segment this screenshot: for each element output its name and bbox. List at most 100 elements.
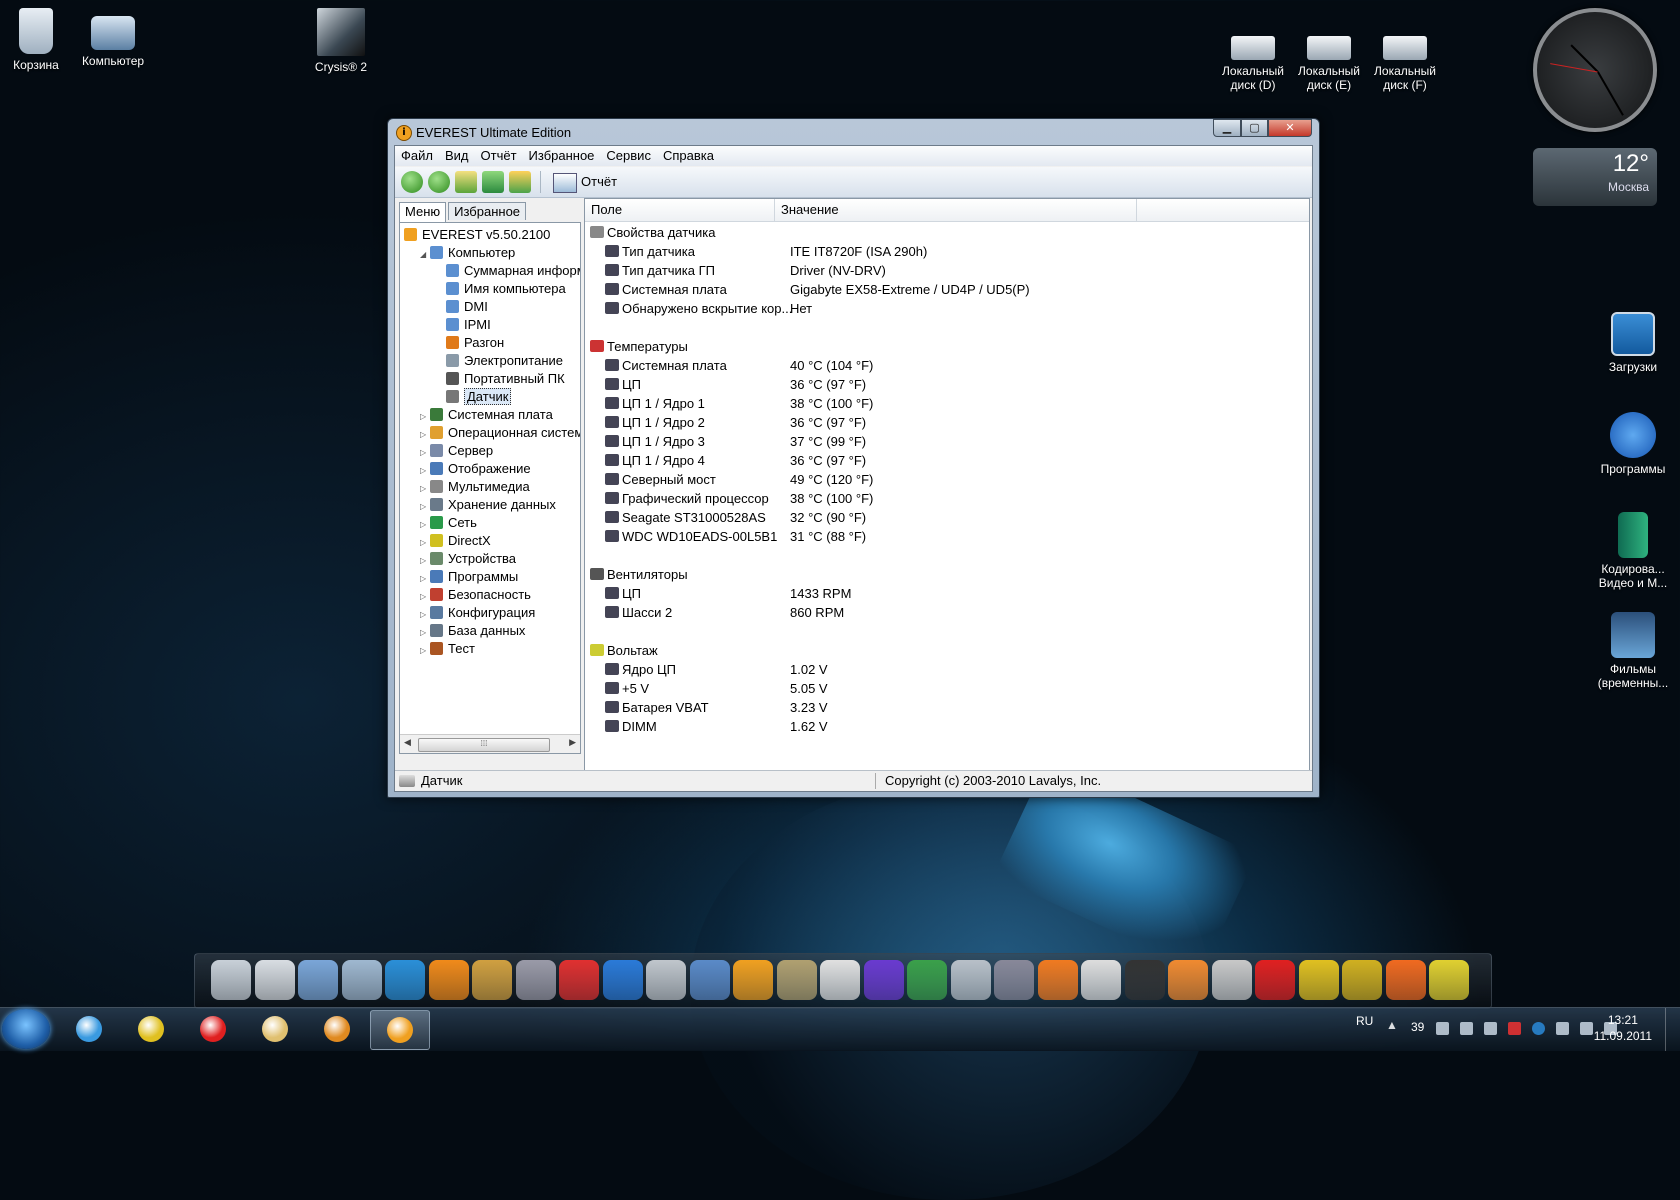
sensor-row[interactable]: Обнаружено вскрытие кор... Нет — [585, 299, 1309, 318]
tree-item[interactable]: DMI — [400, 298, 580, 316]
tree-item[interactable]: Разгон — [400, 334, 580, 352]
tree-item[interactable]: EVEREST v5.50.2100 — [400, 226, 580, 244]
taskbar-media-button[interactable] — [308, 1010, 366, 1048]
clock-gadget[interactable] — [1533, 8, 1657, 132]
tree-item[interactable]: ▷ DirectX — [400, 532, 580, 550]
sensor-row[interactable]: Тип датчика ITE IT8720F (ISA 290h) — [585, 242, 1309, 261]
dock-app-icon[interactable] — [341, 960, 382, 1000]
tree-item[interactable]: ▷ База данных — [400, 622, 580, 640]
minimize-button[interactable]: ▁ — [1213, 119, 1241, 137]
section-header[interactable]: Вольтаж — [585, 641, 1309, 660]
tree-item[interactable]: ▷ Программы — [400, 568, 580, 586]
sensor-row[interactable]: Ядро ЦП 1.02 V — [585, 660, 1309, 679]
dock-app-icon[interactable] — [907, 960, 947, 1000]
sensor-row[interactable]: ЦП 1 / Ядро 3 37 °C (99 °F) — [585, 432, 1309, 451]
desktop-icon-drive-e[interactable]: Локальный диск (E) — [1289, 22, 1369, 92]
sensor-row[interactable]: ЦП 1 / Ядро 1 38 °C (100 °F) — [585, 394, 1309, 413]
sensor-row[interactable]: Seagate ST31000528AS 32 °C (90 °F) — [585, 508, 1309, 527]
dock-app-icon[interactable] — [515, 960, 556, 1000]
tree-item[interactable]: ▷ Устройства — [400, 550, 580, 568]
dock-app-icon[interactable] — [1211, 960, 1252, 1000]
tray-update-icon[interactable] — [1532, 1022, 1545, 1035]
menu-file[interactable]: Файл — [395, 146, 439, 163]
column-field-header[interactable]: Поле — [585, 199, 775, 221]
tree-item[interactable]: ▷ Конфигурация — [400, 604, 580, 622]
dock-app-icon[interactable] — [1255, 960, 1295, 1000]
section-header[interactable]: Вентиляторы — [585, 565, 1309, 584]
section-header[interactable]: Свойства датчика — [585, 223, 1309, 242]
tree-item[interactable]: ▷ Операционная система — [400, 424, 580, 442]
dock-app-icon[interactable] — [733, 960, 773, 1000]
desktop-icon-recycle-bin[interactable]: Корзина — [0, 8, 76, 72]
desktop-icon-downloads[interactable]: Загрузки — [1593, 312, 1673, 374]
tree-item[interactable]: Портативный ПК — [400, 370, 580, 388]
taskbar-chrome-button[interactable] — [122, 1010, 180, 1048]
dock-app-icon[interactable] — [472, 960, 512, 1000]
sensor-row[interactable]: ЦП 1 / Ядро 2 36 °C (97 °F) — [585, 413, 1309, 432]
tray-expand-icon[interactable]: ▲ — [1386, 1018, 1398, 1032]
desktop-icon-computer[interactable]: Компьютер — [73, 8, 153, 68]
sensor-row[interactable]: Системная плата 40 °C (104 °F) — [585, 356, 1309, 375]
taskbar-everest-button[interactable] — [370, 1010, 430, 1050]
report-button[interactable]: Отчёт — [553, 172, 617, 194]
tree-item[interactable]: ▷ Мультимедиа — [400, 478, 580, 496]
refresh-icon[interactable] — [482, 171, 504, 193]
maximize-button[interactable]: ▢ — [1241, 119, 1268, 137]
dock-app-icon[interactable] — [602, 960, 643, 1000]
menu-help[interactable]: Справка — [657, 146, 720, 163]
dock-app-icon[interactable] — [646, 960, 686, 1000]
desktop-icon-codec[interactable]: Кодирова... Видео и М... — [1593, 512, 1673, 590]
tree-item[interactable]: ▷ Хранение данных — [400, 496, 580, 514]
tab-menu[interactable]: Меню — [399, 202, 447, 222]
sensor-row[interactable]: Графический процессор 38 °C (100 °F) — [585, 489, 1309, 508]
tree-item[interactable]: ▷ Сервер — [400, 442, 580, 460]
dock-app-icon[interactable] — [1342, 960, 1382, 1000]
dock-app-icon[interactable] — [1037, 960, 1078, 1000]
forward-arrow-icon[interactable] — [428, 171, 450, 193]
tray-display-icon[interactable] — [1580, 1022, 1593, 1035]
up-folder-icon[interactable] — [455, 171, 477, 193]
dock-app-icon[interactable] — [1081, 960, 1121, 1000]
sensor-row[interactable]: Батарея VBAT 3.23 V — [585, 698, 1309, 717]
dock-app-icon[interactable] — [559, 960, 599, 1000]
tree-item[interactable]: ▷ Отображение — [400, 460, 580, 478]
column-value-header[interactable]: Значение — [775, 199, 1137, 221]
sensor-row[interactable]: ЦП 36 °C (97 °F) — [585, 375, 1309, 394]
dock-app-icon[interactable] — [385, 960, 425, 1000]
sensor-row[interactable]: ЦП 1 / Ядро 4 36 °C (97 °F) — [585, 451, 1309, 470]
sensor-row[interactable]: DIMM 1.62 V — [585, 717, 1309, 736]
tab-favorites[interactable]: Избранное — [448, 202, 527, 220]
sensor-row[interactable]: Северный мост 49 °C (120 °F) — [585, 470, 1309, 489]
tree-item[interactable]: ▷ Сеть — [400, 514, 580, 532]
tree-item[interactable]: IPMI — [400, 316, 580, 334]
dock-app-icon[interactable] — [1124, 960, 1165, 1000]
desktop-icon-drive-f[interactable]: Локальный диск (F) — [1365, 22, 1445, 92]
dock-app-icon[interactable] — [689, 960, 730, 1000]
show-desktop-button[interactable] — [1665, 1008, 1680, 1051]
users-icon[interactable] — [509, 171, 531, 193]
dock-app-icon[interactable] — [950, 960, 991, 1000]
dock-app-icon[interactable] — [254, 960, 295, 1000]
dock-app-icon[interactable] — [820, 960, 860, 1000]
tree-item[interactable]: ▷ Тест — [400, 640, 580, 660]
dock-app-icon[interactable] — [994, 960, 1034, 1000]
taskbar-explorer-button[interactable] — [246, 1010, 304, 1048]
menu-service[interactable]: Сервис — [600, 146, 657, 163]
tree-expander-icon[interactable]: ▷ — [420, 642, 430, 660]
desktop-icon-crysis2[interactable]: Crysis® 2 — [301, 8, 381, 74]
taskbar-ie-button[interactable] — [60, 1010, 118, 1048]
sensor-row[interactable]: ЦП 1433 RPM — [585, 584, 1309, 603]
tray-flag-icon[interactable] — [1556, 1022, 1569, 1035]
tree-item[interactable]: ◢ Компьютер — [400, 244, 580, 262]
menu-report[interactable]: Отчёт — [475, 146, 523, 163]
sensor-row[interactable]: Шасси 2 860 RPM — [585, 603, 1309, 622]
back-arrow-icon[interactable] — [401, 171, 423, 193]
scrollbar-thumb[interactable]: ⁞⁞⁞ — [418, 738, 550, 752]
tray-alert-icon[interactable] — [1508, 1022, 1521, 1035]
tree-item[interactable]: ▷ Безопасность — [400, 586, 580, 604]
dock-app-icon[interactable] — [1168, 960, 1208, 1000]
close-button[interactable]: ✕ — [1268, 119, 1312, 137]
tree-item[interactable]: ▷ Системная плата — [400, 406, 580, 424]
horizontal-scrollbar[interactable]: ◀ ⁞⁞⁞ ▶ — [400, 734, 580, 753]
tray-app-icon[interactable] — [1484, 1022, 1497, 1035]
